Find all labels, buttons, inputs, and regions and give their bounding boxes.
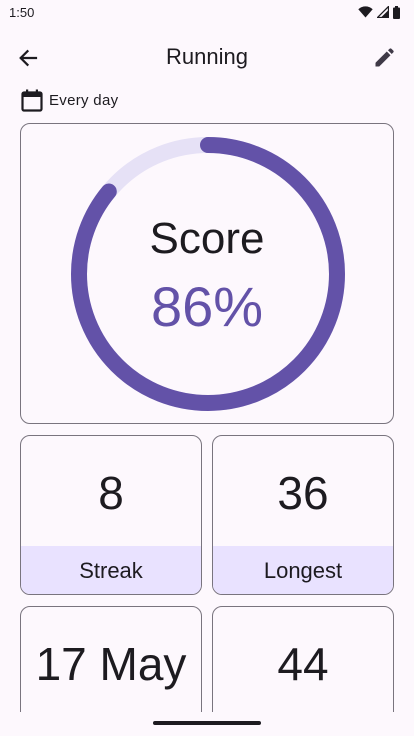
longest-streak-card: 36 Longest: [212, 435, 394, 595]
wifi-icon: [358, 6, 373, 18]
frequency-row: Every day: [21, 88, 118, 112]
pencil-icon: [375, 48, 394, 67]
status-icons: [358, 5, 400, 19]
status-time: 1:50: [9, 5, 35, 20]
score-card: Score 86%: [20, 123, 394, 424]
edit-button[interactable]: [366, 40, 402, 76]
date-value: 17 May: [35, 638, 187, 690]
top-app-bar: Running: [0, 30, 414, 86]
streak-label-band: Streak: [21, 546, 201, 594]
score-percentage: 86%: [150, 275, 264, 338]
longest-label-band: Longest: [213, 546, 393, 594]
score-label: Score: [149, 214, 265, 263]
battery-icon: [393, 5, 400, 19]
signal-icon: [377, 6, 389, 18]
frequency-label: Every day: [49, 91, 119, 109]
streak-value: 8: [98, 467, 124, 519]
habit-detail-screen: 1:50 Running Every day Score 86% 8 Strea…: [0, 0, 414, 736]
gesture-handle[interactable]: [153, 721, 261, 725]
total-value: 44: [277, 638, 329, 690]
longest-label: Longest: [263, 558, 343, 583]
streak-label: Streak: [79, 558, 143, 583]
calendar-icon: [21, 89, 43, 112]
streak-card: 8 Streak: [20, 435, 202, 595]
status-bar: 1:50: [0, 0, 414, 26]
gesture-nav-area: [0, 712, 414, 736]
page-title: Running: [166, 44, 248, 69]
longest-value: 36: [277, 467, 329, 519]
